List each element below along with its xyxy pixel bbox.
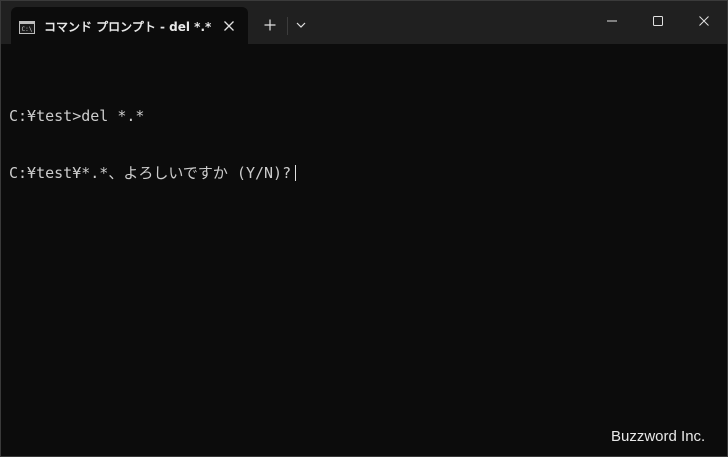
chevron-down-icon[interactable] xyxy=(290,13,312,37)
tab-title: コマンド プロンプト - del *.* xyxy=(44,20,212,34)
text-cursor xyxy=(295,165,297,181)
title-bar[interactable]: C:\ コマンド プロンプト - del *.* xyxy=(1,1,727,44)
terminal-line-command: C:¥test>del *.* xyxy=(9,107,145,125)
minimize-icon[interactable] xyxy=(589,1,635,41)
plus-icon[interactable] xyxy=(258,13,282,37)
watermark: Buzzword Inc. xyxy=(611,428,706,445)
terminal-output[interactable]: C:¥test>del *.* C:¥test¥*.*、よろしいですか (Y/N… xyxy=(9,69,297,221)
command-prompt-icon: C:\ xyxy=(19,19,35,34)
svg-text:C:\: C:\ xyxy=(22,26,33,33)
terminal-line-prompt: C:¥test¥*.*、よろしいですか (Y/N)? xyxy=(9,164,297,183)
maximize-icon[interactable] xyxy=(635,1,681,41)
tab-separator xyxy=(287,17,288,35)
tab-close-icon[interactable] xyxy=(218,15,240,37)
close-icon[interactable] xyxy=(681,1,727,41)
confirm-prompt-text: C:¥test¥*.*、よろしいですか (Y/N)? xyxy=(9,164,292,182)
terminal-window: C:\ コマンド プロンプト - del *.* C:¥test>del *.*… xyxy=(0,0,728,457)
tab-command-prompt[interactable]: C:\ コマンド プロンプト - del *.* xyxy=(11,7,248,44)
